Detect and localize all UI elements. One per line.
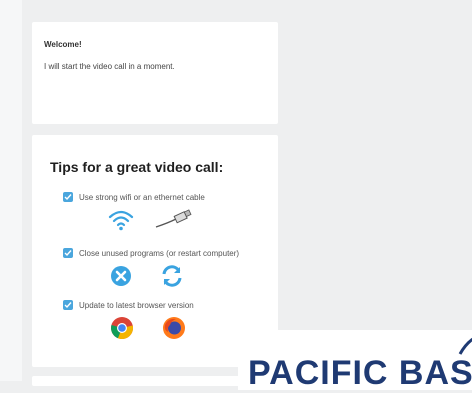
welcome-message: I will start the video call in a moment. [44, 62, 175, 71]
tip-icons-programs [110, 264, 184, 293]
checkbox-checked-icon [63, 300, 73, 310]
close-icon [110, 265, 132, 292]
logo-text: PACIFIC BAS [248, 354, 472, 392]
tips-title: Tips for a great video call: [50, 159, 224, 175]
tip-icons-browsers [110, 316, 186, 345]
refresh-icon [160, 264, 184, 293]
tip-text: Update to latest browser version [79, 300, 194, 310]
checkbox-checked-icon [63, 192, 73, 202]
tip-item-update-browser: Update to latest browser version [63, 300, 194, 310]
left-rail [0, 0, 22, 381]
ethernet-cable-icon [154, 209, 194, 236]
wifi-icon [108, 209, 134, 236]
tip-item-wifi: Use strong wifi or an ethernet cable [63, 192, 205, 202]
logo-panel: PACIFIC BAS [238, 330, 472, 392]
checkbox-checked-icon [63, 248, 73, 258]
tip-text: Use strong wifi or an ethernet cable [79, 192, 205, 202]
tip-text: Close unused programs (or restart comput… [79, 248, 240, 258]
tip-item-close-programs: Close unused programs (or restart comput… [63, 248, 239, 258]
welcome-title: Welcome! [44, 40, 82, 49]
logo-swoosh-icon [458, 337, 472, 355]
chrome-icon [110, 316, 134, 345]
welcome-card: Welcome! I will start the video call in … [32, 22, 278, 124]
firefox-icon [162, 316, 186, 345]
tip-icons-wifi [108, 209, 194, 236]
